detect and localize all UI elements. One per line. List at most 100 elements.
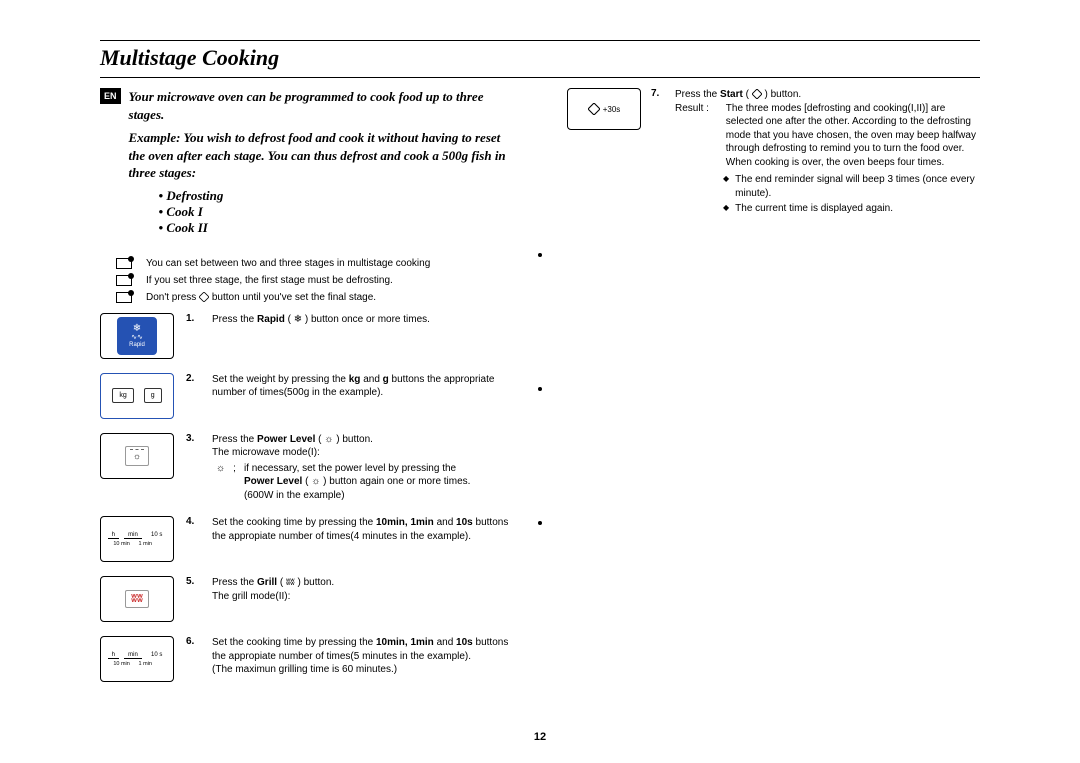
time-value-row: 10 min 1 min bbox=[105, 541, 169, 547]
step-3: ☼ 3. Press the Power Level ( ☼ ) button.… bbox=[100, 433, 513, 503]
figure-power-level-button: ☼ bbox=[100, 433, 174, 479]
bottom-rule bbox=[100, 77, 980, 78]
power-level-icon: ☼ bbox=[125, 446, 149, 466]
result-text: The three modes [defrosting and cooking(… bbox=[726, 102, 979, 170]
gutter-dot bbox=[538, 253, 542, 257]
note-2-text: If you set three stage, the first stage … bbox=[146, 275, 393, 286]
t: if necessary, set the power level by pre… bbox=[244, 463, 456, 474]
start-diamond-icon bbox=[199, 292, 209, 302]
kg-g-group: kg g bbox=[112, 388, 161, 403]
column-divider bbox=[531, 88, 549, 696]
start-diamond-icon bbox=[752, 89, 762, 99]
step-1-number: 1. bbox=[186, 313, 200, 359]
t: (600W in the example) bbox=[244, 490, 345, 501]
time-10min-label: 10 min bbox=[113, 661, 130, 667]
time-1min-label: 1 min bbox=[139, 541, 152, 547]
t-bold: 10min, 1min bbox=[376, 637, 434, 648]
t-bold: Start bbox=[720, 89, 743, 100]
t: (The maximun grilling time is 60 minutes… bbox=[212, 664, 397, 675]
t: Press the bbox=[212, 314, 257, 325]
time-10min-label: 10 min bbox=[113, 541, 130, 547]
t: button once or more times. bbox=[308, 314, 430, 325]
t: The current time is displayed again. bbox=[735, 202, 893, 216]
note-2: If you set three stage, the first stage … bbox=[116, 275, 513, 286]
t: The end reminder signal will beep 3 time… bbox=[735, 173, 980, 200]
note-3-prefix: Don't press bbox=[146, 292, 199, 303]
figure-time-buttons: h min 10 s 10 min 1 min bbox=[100, 516, 174, 562]
wave-icon: ∿∿ bbox=[131, 334, 143, 342]
t-bold: Power Level bbox=[244, 476, 302, 487]
g-button-graphic: g bbox=[144, 388, 162, 403]
time-min-label: min bbox=[124, 532, 142, 539]
step-6-number: 6. bbox=[186, 636, 200, 682]
note-1: You can set between two and three stages… bbox=[116, 258, 513, 269]
step-2: kg g 2. Set the weight by pressing the k… bbox=[100, 373, 513, 419]
left-column: EN Your microwave oven can be programmed… bbox=[100, 88, 513, 696]
kg-button-graphic: kg bbox=[112, 388, 133, 403]
intro-block: EN Your microwave oven can be programmed… bbox=[100, 88, 513, 248]
grill-glyph-icon: ʬʬ bbox=[286, 577, 295, 587]
document-page: Multistage Cooking EN Your microwave ove… bbox=[0, 0, 1080, 763]
step-7-text: Press the Start ( ) button. Result : The… bbox=[675, 88, 980, 218]
note-3: Don't press button until you've set the … bbox=[116, 292, 513, 303]
power-glyph-icon: ☼ bbox=[311, 476, 320, 487]
stage-bullet-list: Defrosting Cook I Cook II bbox=[159, 188, 513, 236]
start-diamond-icon bbox=[588, 103, 600, 115]
sep: ; bbox=[233, 462, 236, 503]
t: The microwave mode(I): bbox=[212, 447, 320, 458]
t-bold: Rapid bbox=[257, 314, 285, 325]
step-7-number: 7. bbox=[651, 88, 665, 218]
note-3-text: Don't press button until you've set the … bbox=[146, 292, 376, 303]
rapid-label: Rapid bbox=[129, 342, 145, 349]
step-2-text: Set the weight by pressing the kg and g … bbox=[212, 373, 513, 419]
steps-list: ❄ ∿∿ Rapid 1. Press the Rapid ( ❄ ) butt… bbox=[100, 313, 513, 683]
t: Press the bbox=[675, 89, 720, 100]
step-5: ʬʬ 5. Press the Grill ( ʬʬ ) button. The… bbox=[100, 576, 513, 622]
t: Set the cooking time by pressing the bbox=[212, 637, 376, 648]
snow-icon: ❄ bbox=[133, 323, 141, 334]
t: Set the cooking time by pressing the bbox=[212, 517, 376, 528]
step-5-text: Press the Grill ( ʬʬ ) button. The grill… bbox=[212, 576, 334, 622]
note-icon bbox=[116, 292, 132, 303]
language-badge: EN bbox=[100, 88, 121, 104]
time-header-row: h min 10 s bbox=[105, 532, 169, 539]
t: and bbox=[360, 374, 382, 385]
t-bold: 10min, 1min bbox=[376, 517, 434, 528]
t: The grill mode(II): bbox=[212, 591, 290, 602]
t: Press the bbox=[212, 434, 257, 445]
result-label: Result : bbox=[675, 102, 723, 116]
step-1: ❄ ∿∿ Rapid 1. Press the Rapid ( ❄ ) butt… bbox=[100, 313, 513, 359]
result-bullet-1: The end reminder signal will beep 3 time… bbox=[723, 173, 980, 200]
time-10s-label: 10 s bbox=[147, 532, 166, 539]
power-glyph-icon: ☼ bbox=[324, 434, 333, 445]
step-7: +30s 7. Press the Start ( ) button. Resu… bbox=[567, 88, 980, 218]
figure-rapid-button: ❄ ∿∿ Rapid bbox=[100, 313, 174, 359]
t-bold: Power Level bbox=[257, 434, 315, 445]
right-column: +30s 7. Press the Start ( ) button. Resu… bbox=[567, 88, 980, 696]
note-3-suffix: button until you've set the final stage. bbox=[212, 292, 376, 303]
gutter-dot bbox=[538, 387, 542, 391]
page-number: 12 bbox=[0, 731, 1080, 743]
t: Press the bbox=[212, 577, 257, 588]
t-bold: kg bbox=[349, 374, 361, 385]
figure-kg-g-buttons: kg g bbox=[100, 373, 174, 419]
stage-bullet-cook-1: Cook I bbox=[159, 204, 513, 220]
snow-glyph-icon: ❄ bbox=[294, 314, 302, 325]
power-glyph-icon: ☼ bbox=[216, 462, 225, 503]
t: and bbox=[434, 637, 456, 648]
result-bullet-2: The current time is displayed again. bbox=[723, 202, 980, 216]
figure-grill-button: ʬʬ bbox=[100, 576, 174, 622]
time-min-label: min bbox=[124, 652, 142, 659]
note-icon bbox=[116, 275, 132, 286]
figure-start-button: +30s bbox=[567, 88, 641, 130]
t-bold: 10s bbox=[456, 517, 473, 528]
step-4: h min 10 s 10 min 1 min 4. Set the cooki… bbox=[100, 516, 513, 562]
content-area: EN Your microwave oven can be programmed… bbox=[100, 88, 980, 696]
sub-text: if necessary, set the power level by pre… bbox=[244, 462, 471, 503]
step-1-text: Press the Rapid ( ❄ ) button once or mor… bbox=[212, 313, 430, 359]
step-6: h min 10 s 10 min 1 min 6. Set the cooki… bbox=[100, 636, 513, 682]
start-30s-label: +30s bbox=[603, 105, 621, 114]
result-bullet-list: The end reminder signal will beep 3 time… bbox=[723, 173, 980, 216]
step-3-text: Press the Power Level ( ☼ ) button. The … bbox=[212, 433, 470, 503]
page-title: Multistage Cooking bbox=[100, 45, 279, 70]
